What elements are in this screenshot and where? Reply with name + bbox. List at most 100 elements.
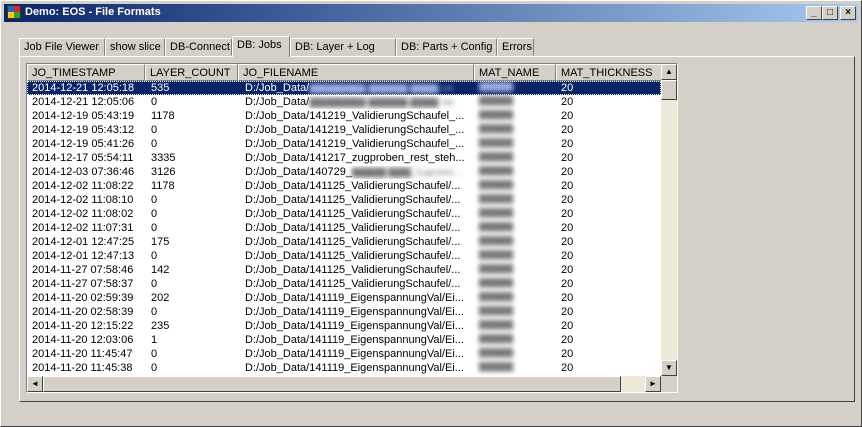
filename-text: D:/Job_Data/141119_EigenspannungVal/Ei..… xyxy=(245,334,464,346)
maximize-button[interactable]: □ xyxy=(822,6,838,20)
table-row[interactable]: 2014-12-01 12:47:13 0 D:/Job_Data/141125_V… xyxy=(27,249,663,263)
table-row[interactable]: 2014-11-27 07:58:37 0 D:/Job_Data/141125_V… xyxy=(27,277,663,291)
column-header-jo-timestamp[interactable]: JO_TIMESTAMP xyxy=(27,64,145,81)
filename-text: D:/Job_Data/141125_ValidierungSchaufel/.… xyxy=(245,222,461,234)
cell-layer-count: 0 xyxy=(151,348,158,360)
table-row[interactable]: 2014-11-20 02:58:39 0 D:/Job_Data/141119_E… xyxy=(27,305,663,319)
window-controls: _ □ × xyxy=(806,6,856,20)
filename-text: D:/Job_Data/141217_zugproben_rest_steh..… xyxy=(245,152,465,164)
cell-mat-name: ██████ xyxy=(479,334,514,343)
filename-text: D:/Job_Data/141119_EigenspannungVal/Ei..… xyxy=(245,320,464,332)
cell-mat-thickness: 20 xyxy=(561,320,574,332)
filename-text: D:/Job_Data/141119_EigenspannungVal/Ei..… xyxy=(245,362,464,374)
tab-db-jobs[interactable]: DB: Jobs xyxy=(232,36,290,57)
column-header-layer-count[interactable]: LAYER_COUNT xyxy=(145,64,238,81)
cell-mat-name: ██████ xyxy=(479,362,514,371)
vertical-scrollbar[interactable]: ▲ ▼ xyxy=(661,64,677,376)
cell-mat-thickness: 20 xyxy=(561,180,574,192)
filename-text: D:/Job_Data/ xyxy=(245,96,310,108)
table-row[interactable]: 2014-11-20 02:59:39 202 D:/Job_Data/141119… xyxy=(27,291,663,305)
cell-timestamp: 2014-11-27 07:58:46 xyxy=(32,264,134,276)
cell-timestamp: 2014-12-01 12:47:13 xyxy=(32,250,135,262)
column-header-mat-name[interactable]: MAT_NAME xyxy=(474,64,556,81)
cell-timestamp: 2014-11-20 11:45:47 xyxy=(32,348,133,360)
cell-filename: D:/Job_Data/141119_EigenspannungVal/Ei..… xyxy=(245,292,471,305)
vertical-scroll-thumb[interactable] xyxy=(661,80,677,100)
tab-show-slice[interactable]: show slice xyxy=(105,38,165,56)
scroll-up-button[interactable]: ▲ xyxy=(661,64,677,80)
app-icon[interactable] xyxy=(7,5,21,19)
cell-layer-count: 202 xyxy=(151,292,170,304)
cell-timestamp: 2014-12-17 05:54:11 xyxy=(32,152,134,164)
cell-timestamp: 2014-12-19 05:43:12 xyxy=(32,124,135,136)
filename-text: D:/Job_Data/141125_ValidierungSchaufel/.… xyxy=(245,194,461,206)
table-row[interactable]: 2014-12-02 11:07:31 0 D:/Job_Data/141125_V… xyxy=(27,221,663,235)
cell-mat-name: ██████ xyxy=(479,138,514,147)
tab-job-file-viewer[interactable]: Job File Viewer xyxy=(19,38,105,56)
filename-text: D:/Job_Data/141125_ValidierungSchaufel/.… xyxy=(245,208,461,220)
title-bar[interactable]: Demo: EOS - File Formats _ □ × xyxy=(4,4,858,22)
tab-db-parts-config[interactable]: DB: Parts + Config xyxy=(396,38,497,56)
horizontal-scroll-thumb[interactable] xyxy=(43,376,621,392)
cell-layer-count: 535 xyxy=(151,82,170,94)
column-header-mat-thickness[interactable]: MAT_THICKNESS xyxy=(556,64,663,81)
tab-panel-db-jobs: JO_TIMESTAMP LAYER_COUNT JO_FILENAME MAT_NA… xyxy=(19,56,855,402)
table-row[interactable]: 2014-11-20 12:03:06 1 D:/Job_Data/141119_E… xyxy=(27,333,663,347)
cell-mat-thickness: 20 xyxy=(561,222,574,234)
tab-errors[interactable]: Errors xyxy=(497,38,534,56)
table-row[interactable]: 2014-12-02 11:08:10 0 D:/Job_Data/141125_V… xyxy=(27,193,663,207)
table-row[interactable]: 2014-12-19 05:43:19 1178 D:/Job_Data/14121… xyxy=(27,109,663,123)
main-window: Demo: EOS - File Formats _ □ × Job File … xyxy=(0,0,862,427)
scroll-right-button[interactable]: ► xyxy=(645,376,661,392)
table-row[interactable]: 2014-11-27 07:58:46 142 D:/Job_Data/141125… xyxy=(27,263,663,277)
filename-text: D:/Job_Data/140729_ xyxy=(245,166,353,178)
table-row[interactable]: 2014-11-20 12:15:22 235 D:/Job_Data/141119… xyxy=(27,319,663,333)
cell-mat-name: ██████ xyxy=(479,194,514,203)
table-row[interactable]: 2014-12-02 11:08:02 0 D:/Job_Data/141125_V… xyxy=(27,207,663,221)
scroll-left-button[interactable]: ◄ xyxy=(27,376,43,392)
cell-filename: D:/Job_Data/141119_EigenspannungVal/Ei..… xyxy=(245,334,471,347)
table-row[interactable]: 2014-12-19 05:41:26 0 D:/Job_Data/141219_V… xyxy=(27,137,663,151)
cell-layer-count: 142 xyxy=(151,264,170,276)
scroll-down-button[interactable]: ▼ xyxy=(661,360,677,376)
cell-layer-count: 0 xyxy=(151,222,158,234)
tab-db-connect[interactable]: DB-Connect xyxy=(165,38,232,56)
table-row[interactable]: 2014-12-19 05:43:12 0 D:/Job_Data/141219_V… xyxy=(27,123,663,137)
cell-mat-thickness: 20 xyxy=(561,306,574,318)
cell-mat-thickness: 20 xyxy=(561,124,574,136)
cell-filename: D:/Job_Data/141125_ValidierungSchaufel/.… xyxy=(245,264,471,277)
close-button[interactable]: × xyxy=(840,6,856,20)
cell-filename: D:/Job_Data/141125_ValidierungSchaufel/.… xyxy=(245,250,471,263)
horizontal-scrollbar[interactable]: ◄ ► xyxy=(27,376,661,392)
cell-mat-thickness: 20 xyxy=(561,166,574,178)
cell-mat-thickness: 20 xyxy=(561,110,574,122)
tab-db-layer-log[interactable]: DB: Layer + Log xyxy=(290,38,396,56)
filename-text: D:/Job_Data/141119_EigenspannungVal/Ei..… xyxy=(245,306,464,318)
cell-mat-thickness: 20 xyxy=(561,208,574,220)
table-row[interactable]: 2014-12-21 12:05:18 535 D:/Job_Data/██████… xyxy=(27,81,663,95)
cell-mat-name: ██████ xyxy=(479,180,514,189)
table-row[interactable]: 2014-12-21 12:05:06 0 D:/Job_Data/████████… xyxy=(27,95,663,109)
cell-layer-count: 235 xyxy=(151,320,170,332)
table-row[interactable]: 2014-12-01 12:47:25 175 D:/Job_Data/141125… xyxy=(27,235,663,249)
cell-timestamp: 2014-12-02 11:08:02 xyxy=(32,208,134,220)
cell-mat-name: ██████ xyxy=(479,96,514,105)
table-row[interactable]: 2014-11-20 11:45:38 0 D:/Job_Data/141119_E… xyxy=(27,361,663,375)
cell-layer-count: 0 xyxy=(151,278,158,290)
table-row[interactable]: 2014-11-20 11:45:47 0 D:/Job_Data/141119_E… xyxy=(27,347,663,361)
cell-mat-name: ██████ xyxy=(479,306,514,315)
cell-layer-count: 1 xyxy=(151,334,158,346)
cell-mat-thickness: 20 xyxy=(561,334,574,346)
cell-filename: D:/Job_Data/141125_ValidierungSchaufel/.… xyxy=(245,236,471,249)
jobs-grid[interactable]: JO_TIMESTAMP LAYER_COUNT JO_FILENAME MAT_NA… xyxy=(26,63,678,393)
column-header-jo-filename[interactable]: JO_FILENAME xyxy=(238,64,474,81)
minimize-button[interactable]: _ xyxy=(806,6,822,20)
cell-timestamp: 2014-12-21 12:05:06 xyxy=(32,96,135,108)
cell-mat-thickness: 20 xyxy=(561,96,574,108)
tab-strip: Job File Viewer show slice DB-Connect DB: J… xyxy=(19,36,859,57)
cell-timestamp: 2014-11-20 11:45:38 xyxy=(32,362,133,374)
table-row[interactable]: 2014-12-03 07:36:46 3126 D:/Job_Data/14072… xyxy=(27,165,663,179)
cell-layer-count: 0 xyxy=(151,362,158,374)
table-row[interactable]: 2014-12-02 11:08:22 1178 D:/Job_Data/14112… xyxy=(27,179,663,193)
table-row[interactable]: 2014-12-17 05:54:11 3335 D:/Job_Data/14121… xyxy=(27,151,663,165)
